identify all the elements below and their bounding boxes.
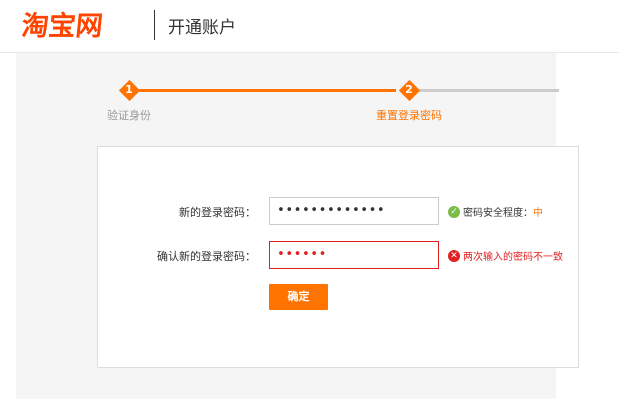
step-1-number: 1 xyxy=(125,83,133,96)
check-icon: ✓ xyxy=(448,205,460,218)
step-2-label: 重置登录密码 xyxy=(376,109,442,122)
confirm-password-value: •••••• xyxy=(277,247,327,262)
page-subtitle: 开通账户 xyxy=(168,18,236,38)
main-content: 1 验证身份 2 重置登录密码 新的登录密码： ••••••••••••• ✓ … xyxy=(16,53,579,399)
error-icon: ✕ xyxy=(448,249,460,262)
confirm-password-field[interactable]: •••••• xyxy=(269,241,439,269)
step-1-label: 验证身份 xyxy=(107,109,151,122)
mismatch-hint: ✕ 两次输入的密码不一致 xyxy=(448,248,563,263)
reset-password-form: 新的登录密码： ••••••••••••• ✓ 密码安全程度： 中 确认新的登录… xyxy=(97,146,579,368)
confirm-button[interactable]: 确定 xyxy=(269,284,328,310)
mismatch-hint-text: 两次输入的密码不一致 xyxy=(463,252,563,263)
site-header: 淘宝网 开通账户 xyxy=(0,0,619,53)
step-line-done xyxy=(139,89,396,92)
step-line-pending xyxy=(419,89,559,92)
strength-hint: ✓ 密码安全程度： 中 xyxy=(448,204,543,219)
taobao-logo[interactable]: 淘宝网 xyxy=(20,4,105,43)
step-2-number: 2 xyxy=(405,83,413,96)
strength-value: 中 xyxy=(533,208,543,219)
confirm-password-label: 确认新的登录密码： xyxy=(157,250,256,263)
strength-hint-text: 密码安全程度： xyxy=(463,208,533,219)
new-password-label: 新的登录密码： xyxy=(179,206,256,219)
header-divider xyxy=(154,10,155,40)
new-password-field[interactable]: ••••••••••••• xyxy=(269,197,439,225)
